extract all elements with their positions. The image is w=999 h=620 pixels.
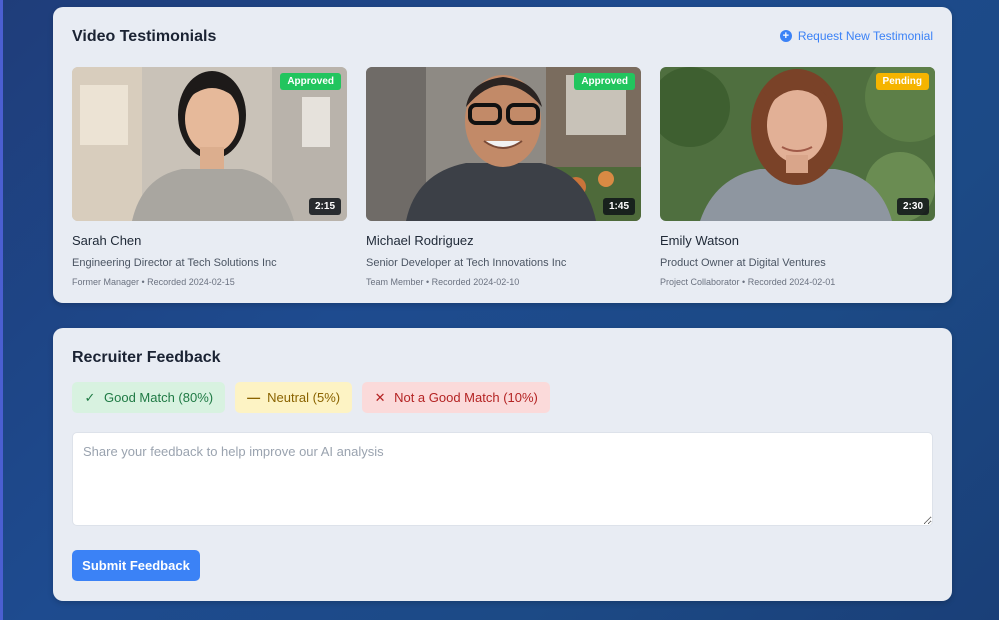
not-good-match-label: Not a Good Match (10%) — [394, 390, 538, 405]
good-match-label: Good Match (80%) — [104, 390, 214, 405]
testimonial-name: Michael Rodriguez — [366, 233, 474, 248]
submit-feedback-button[interactable]: Submit Feedback — [72, 550, 200, 581]
video-thumbnail[interactable]: Approved 1:45 — [366, 67, 641, 221]
neutral-label: Neutral (5%) — [267, 390, 341, 405]
person-photo-sarah — [72, 67, 347, 221]
minus-icon: — — [247, 390, 261, 405]
video-card-sarah-chen[interactable]: Approved 2:15 Sarah Chen Engineering Dir… — [72, 67, 347, 287]
video-duration: 2:15 — [308, 198, 341, 215]
video-testimonials-card: Video Testimonials + Request New Testimo… — [53, 7, 952, 303]
video-card-michael-rodriguez[interactable]: Approved 1:45 Michael Rodriguez Senior D… — [366, 67, 641, 287]
x-icon: ✕ — [374, 389, 386, 405]
check-icon: ✓ — [84, 389, 96, 405]
feedback-options: ✓ Good Match (80%) — Neutral (5%) ✕ Not … — [72, 382, 550, 413]
person-photo-emily — [660, 67, 935, 221]
recruiter-feedback-title: Recruiter Feedback — [72, 349, 221, 366]
request-new-testimonial-label: Request New Testimonial — [797, 29, 933, 43]
testimonial-meta: Team Member • Recorded 2024-02-10 — [366, 277, 520, 287]
video-duration: 2:30 — [896, 198, 929, 215]
testimonial-meta: Former Manager • Recorded 2024-02-15 — [72, 277, 235, 287]
request-new-testimonial-link[interactable]: + Request New Testimonial — [779, 29, 933, 43]
recruiter-feedback-card: Recruiter Feedback ✓ Good Match (80%) — … — [53, 328, 952, 601]
good-match-button[interactable]: ✓ Good Match (80%) — [72, 382, 226, 413]
plus-circle-icon: + — [779, 30, 792, 42]
testimonial-name: Sarah Chen — [72, 233, 142, 248]
status-badge: Approved — [280, 73, 341, 90]
not-good-match-button[interactable]: ✕ Not a Good Match (10%) — [362, 382, 550, 413]
testimonial-role: Product Owner at Digital Ventures — [660, 257, 826, 269]
video-thumbnail[interactable]: Pending 2:30 — [660, 67, 935, 221]
testimonial-role: Senior Developer at Tech Innovations Inc — [366, 257, 567, 269]
status-badge: Pending — [875, 73, 929, 90]
video-card-emily-watson[interactable]: Pending 2:30 Emily Watson Product Owner … — [660, 67, 935, 287]
video-duration: 1:45 — [602, 198, 635, 215]
video-thumbnail[interactable]: Approved 2:15 — [72, 67, 347, 221]
video-list: Approved 2:15 Sarah Chen Engineering Dir… — [72, 67, 935, 287]
neutral-button[interactable]: — Neutral (5%) — [235, 382, 353, 413]
feedback-textarea[interactable] — [72, 432, 933, 526]
status-badge: Approved — [574, 73, 635, 90]
testimonial-role: Engineering Director at Tech Solutions I… — [72, 257, 277, 269]
video-testimonials-title: Video Testimonials — [72, 28, 217, 45]
testimonial-meta: Project Collaborator • Recorded 2024-02-… — [660, 277, 836, 287]
testimonial-name: Emily Watson — [660, 233, 739, 248]
window-edge — [0, 0, 3, 620]
person-photo-michael — [366, 67, 641, 221]
